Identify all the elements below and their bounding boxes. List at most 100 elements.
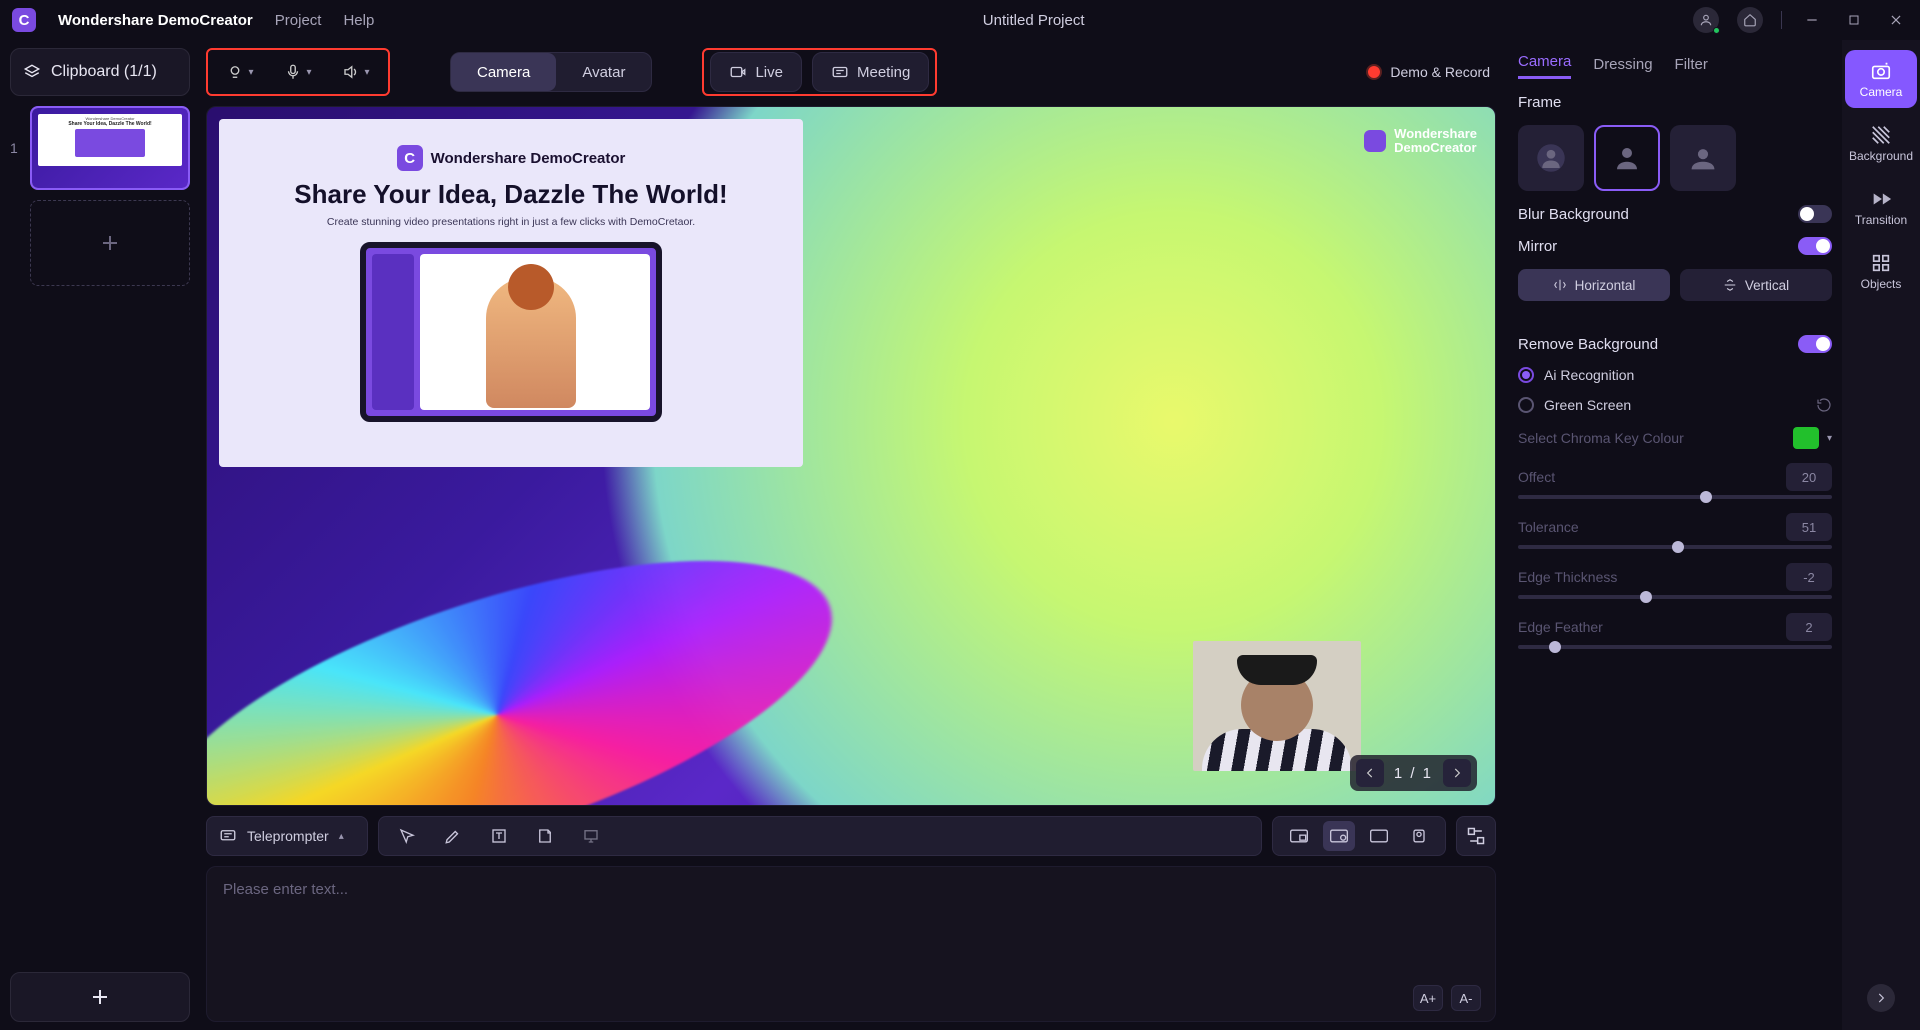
- frame-option-wide[interactable]: [1670, 125, 1736, 191]
- teleprompter-dropdown[interactable]: Teleprompter ▴: [206, 816, 368, 856]
- properties-panel: Camera Dressing Filter Frame Blur Backgr…: [1502, 40, 1842, 1030]
- pen-tool[interactable]: [437, 821, 469, 851]
- light-icon: [226, 63, 244, 81]
- menu-help[interactable]: Help: [343, 12, 374, 29]
- bottom-toolbar: Teleprompter ▴: [206, 816, 1496, 856]
- layout-3[interactable]: [1363, 821, 1395, 851]
- tab-dressing[interactable]: Dressing: [1593, 56, 1652, 79]
- add-clip-button[interactable]: [30, 200, 190, 286]
- text-tool[interactable]: [483, 821, 515, 851]
- watermark-logo-icon: [1364, 130, 1386, 152]
- clipboard-button[interactable]: Clipboard (1/1): [10, 48, 190, 96]
- titlebar-right: [1693, 7, 1908, 33]
- edge-thickness-slider[interactable]: [1518, 595, 1832, 599]
- offect-slider[interactable]: [1518, 495, 1832, 499]
- toolbar: ▾ ▾ ▾ Camera Avatar Live Meeting: [206, 48, 1496, 96]
- chevron-down-icon: ▾: [306, 67, 311, 78]
- layout-1[interactable]: [1283, 821, 1315, 851]
- plus-icon: [98, 231, 122, 255]
- teleprompter-icon: [219, 827, 237, 845]
- add-bottom-button[interactable]: [10, 972, 190, 1022]
- pen-icon: [444, 827, 462, 845]
- demo-record-button[interactable]: Demo & Record: [1366, 64, 1490, 80]
- light-dropdown[interactable]: ▾: [214, 53, 266, 91]
- green-screen-radio[interactable]: Green Screen: [1518, 397, 1832, 413]
- tab-filter[interactable]: Filter: [1675, 56, 1708, 79]
- edge-feather-slider[interactable]: [1518, 645, 1832, 649]
- ai-recognition-radio[interactable]: Ai Recognition: [1518, 367, 1832, 383]
- stream-controls-highlight: Live Meeting: [702, 48, 937, 96]
- teleprompter-input[interactable]: Please enter text... A+ A-: [206, 866, 1496, 1022]
- font-decrease-button[interactable]: A-: [1451, 985, 1481, 1011]
- watermark: WondershareDemoCreator: [1364, 127, 1477, 156]
- properties-tabs: Camera Dressing Filter: [1518, 50, 1832, 80]
- user-circle-icon: [1536, 143, 1566, 173]
- app-name: Wondershare DemoCreator: [58, 12, 253, 29]
- account-icon[interactable]: [1693, 7, 1719, 33]
- edge-thickness-label: Edge Thickness: [1518, 569, 1617, 585]
- speaker-icon: [342, 63, 360, 81]
- maximize-button[interactable]: [1842, 8, 1866, 32]
- center-area: ▾ ▾ ▾ Camera Avatar Live Meeting: [200, 40, 1502, 1030]
- clip-thumbnail-1[interactable]: Wondershare DemoCreator Share Your Idea,…: [30, 106, 190, 190]
- offect-value: 20: [1786, 463, 1832, 491]
- chroma-color-swatch[interactable]: [1793, 427, 1819, 449]
- frame-options: [1518, 125, 1832, 191]
- blur-bg-toggle[interactable]: [1798, 205, 1832, 223]
- slide-logo-icon: C: [397, 145, 423, 171]
- swap-layout-button[interactable]: [1456, 816, 1496, 856]
- seg-camera[interactable]: Camera: [451, 53, 556, 91]
- home-icon[interactable]: [1737, 7, 1763, 33]
- offect-label: Offect: [1518, 469, 1555, 485]
- rail-background[interactable]: Background: [1845, 114, 1917, 172]
- frame-option-circle[interactable]: [1518, 125, 1584, 191]
- meeting-button[interactable]: Meeting: [812, 52, 929, 92]
- chevron-left-icon: [1363, 766, 1377, 780]
- seg-avatar[interactable]: Avatar: [556, 53, 651, 91]
- project-title: Untitled Project: [396, 12, 1671, 29]
- tolerance-label: Tolerance: [1518, 519, 1579, 535]
- live-button[interactable]: Live: [710, 52, 802, 92]
- blur-bg-label: Blur Background: [1518, 206, 1629, 223]
- layout-2[interactable]: [1323, 821, 1355, 851]
- record-icon: [1366, 64, 1382, 80]
- mirror-toggle[interactable]: [1798, 237, 1832, 255]
- mirror-horizontal-button[interactable]: Horizontal: [1518, 269, 1670, 301]
- frame-option-square[interactable]: [1594, 125, 1660, 191]
- layers-icon: [23, 63, 41, 81]
- rail-transition[interactable]: Transition: [1845, 178, 1917, 236]
- text-icon: [490, 827, 508, 845]
- transition-icon: [1870, 188, 1892, 210]
- user-icon: [1612, 143, 1642, 173]
- shape-tool[interactable]: [529, 821, 561, 851]
- menu-project[interactable]: Project: [275, 12, 322, 29]
- tab-camera[interactable]: Camera: [1518, 53, 1571, 79]
- slide-content: C Wondershare DemoCreator Share Your Ide…: [219, 119, 803, 467]
- chevron-down-icon[interactable]: ▾: [1827, 433, 1832, 444]
- canvas-preview[interactable]: C Wondershare DemoCreator Share Your Ide…: [206, 106, 1496, 806]
- rail-camera[interactable]: Camera: [1845, 50, 1917, 108]
- remove-bg-toggle[interactable]: [1798, 335, 1832, 353]
- chroma-label: Select Chroma Key Colour: [1518, 430, 1684, 446]
- webcam-feed[interactable]: [1193, 641, 1361, 771]
- chevron-right-icon: [1450, 766, 1464, 780]
- whiteboard-tool[interactable]: [575, 821, 607, 851]
- cursor-icon: [398, 827, 416, 845]
- slide-tablet-graphic: [360, 242, 662, 422]
- font-increase-button[interactable]: A+: [1413, 985, 1443, 1011]
- layout-4[interactable]: [1403, 821, 1435, 851]
- layout-icon: [1329, 828, 1349, 844]
- mic-dropdown[interactable]: ▾: [272, 53, 324, 91]
- rail-expand-button[interactable]: [1867, 984, 1895, 1012]
- page-next-button[interactable]: [1443, 759, 1471, 787]
- close-button[interactable]: [1884, 8, 1908, 32]
- rail-objects[interactable]: Objects: [1845, 242, 1917, 300]
- speaker-dropdown[interactable]: ▾: [330, 53, 382, 91]
- tolerance-slider[interactable]: [1518, 545, 1832, 549]
- page-indicator: 1 / 1: [1394, 765, 1433, 782]
- minimize-button[interactable]: [1800, 8, 1824, 32]
- page-prev-button[interactable]: [1356, 759, 1384, 787]
- mirror-vertical-button[interactable]: Vertical: [1680, 269, 1832, 301]
- cursor-tool[interactable]: [391, 821, 423, 851]
- reset-icon[interactable]: [1816, 397, 1832, 413]
